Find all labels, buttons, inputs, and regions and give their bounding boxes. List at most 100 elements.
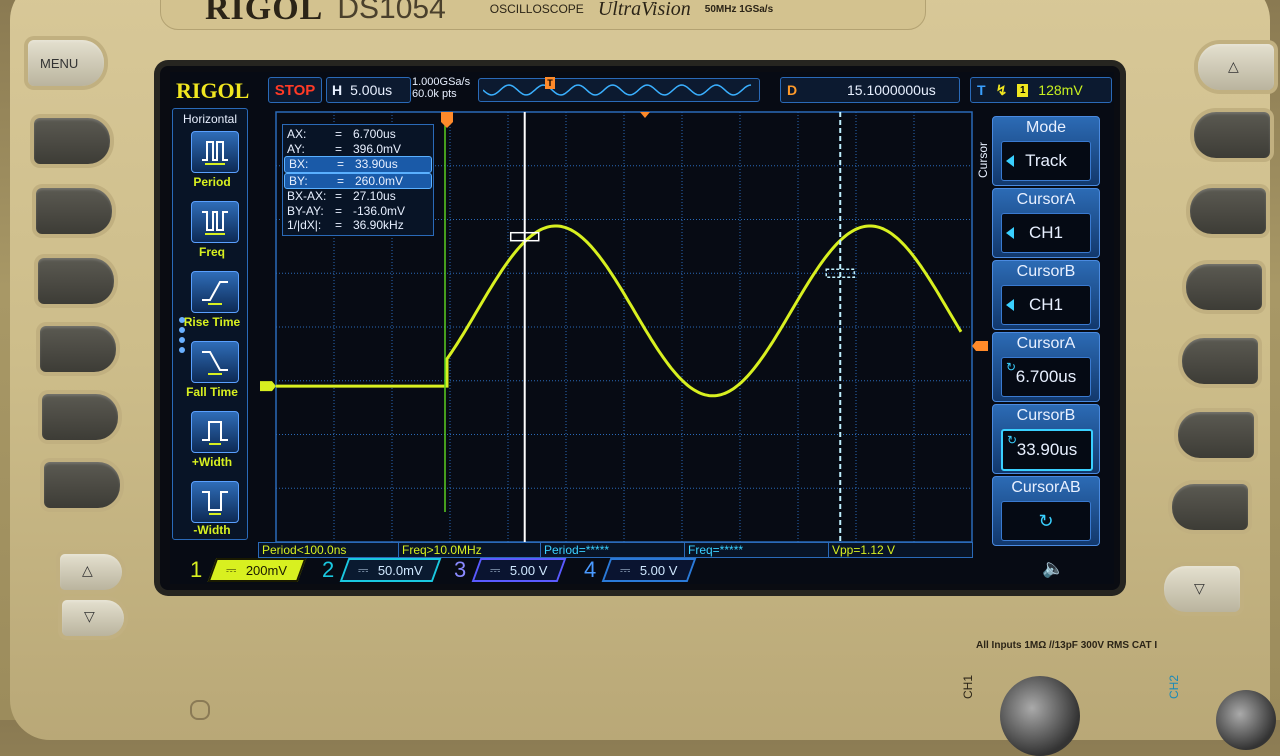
cursor-a-source-softkey[interactable]: CursorA CH1	[992, 188, 1100, 258]
cursor-ab-softkey[interactable]: CursorAB ↻	[992, 476, 1100, 546]
multipurpose-knob-icon: ↻	[1007, 433, 1018, 447]
cursor-menu: Cursor Mode Track CursorA CH1 CursorB CH…	[976, 116, 1106, 546]
series-label: UltraVision	[597, 0, 691, 20]
softkey-right-2[interactable]	[1190, 188, 1266, 234]
cursor-mode-softkey[interactable]: Mode Track	[992, 116, 1100, 186]
delay-value: 15.1000000us	[847, 82, 936, 98]
measure-frequency-button[interactable]	[191, 201, 239, 243]
channel-scale: 5.00 V	[640, 562, 678, 578]
cursor-row-by: BY: = 260.0mV	[284, 172, 432, 189]
channel-1-indicator[interactable]: 1 ⎓ 200mV	[190, 557, 306, 582]
up-arrow-icon: △	[1228, 58, 1239, 74]
down-arrow-icon: ▽	[84, 608, 95, 624]
cursor-value: 396.0mV	[353, 141, 402, 156]
rising-edge-icon: ↯	[995, 81, 1008, 98]
sample-rate: 1.000GSa/s	[412, 76, 471, 88]
softkey-title: CursorAB	[1011, 479, 1081, 496]
select-arrow-icon	[1006, 155, 1014, 167]
measure-fall-time-button[interactable]	[191, 341, 239, 383]
ch2-bnc-connector[interactable]	[1216, 690, 1276, 750]
cursor-b-position-softkey[interactable]: CursorB ↻ 33.90us	[992, 404, 1100, 474]
run-state-badge: STOP	[268, 77, 322, 103]
channel-4-indicator[interactable]: 4 ⎓ 5.00 V	[584, 557, 697, 582]
memory-overview-bar: T	[478, 77, 760, 102]
trigger-source-badge: 1	[1017, 83, 1029, 97]
softkey-left-4[interactable]	[40, 326, 116, 372]
cursor-a-position-value[interactable]: ↻ 6.700us	[1001, 357, 1091, 397]
display-screen: RIGOL STOP H 5.00us 1.000GSa/s 60.0k pts…	[170, 72, 1114, 584]
cursor-b-source-select[interactable]: CH1	[1001, 285, 1091, 325]
cursor-readout-panel: AX: = 6.700us AY: = 396.0mV BX: = 33.90us BY: =…	[282, 124, 434, 236]
speaker-icon[interactable]: 🔈	[1042, 558, 1064, 579]
measure-period-button[interactable]	[191, 131, 239, 173]
timebase-value: 5.00us	[350, 82, 393, 98]
cursor-value: -136.0mV	[353, 203, 406, 218]
measure-negative-width-button[interactable]	[191, 481, 239, 523]
power-icon[interactable]	[190, 700, 210, 720]
measure-positive-width-button[interactable]	[191, 411, 239, 453]
softkey-right-6[interactable]	[1172, 484, 1248, 530]
measurement-period: Period<100.0ns	[258, 542, 399, 558]
input-spec-label: All Inputs 1MΩ //13pF 300V RMS CAT I	[976, 640, 1158, 651]
channel-3-indicator[interactable]: 3 ⎓ 5.00 V	[454, 557, 567, 582]
cursor-a-position-softkey[interactable]: CursorA ↻ 6.700us	[992, 332, 1100, 402]
softkey-right-3[interactable]	[1186, 264, 1262, 310]
menu-down-button[interactable]: ▽	[1164, 566, 1240, 612]
softkey-title: CursorB	[1016, 263, 1076, 280]
measure-rise-time-button[interactable]	[191, 271, 239, 313]
cursor-value: 33.90us	[355, 157, 398, 172]
ch2-connector-label: CH2	[1167, 674, 1182, 700]
cursor-row-ay: AY: = 396.0mV	[287, 141, 402, 156]
negative-width-icon	[202, 491, 228, 515]
cursor-ab-value[interactable]: ↻	[1001, 501, 1091, 541]
page-up-button[interactable]: △	[60, 554, 122, 590]
softkey-left-5[interactable]	[42, 394, 118, 440]
brand-logo: RIGOL	[205, 0, 324, 27]
softkey-right-4[interactable]	[1182, 338, 1258, 384]
softkey-right-5[interactable]	[1178, 412, 1254, 458]
trigger-time-marker	[441, 112, 453, 128]
channel-2-indicator[interactable]: 2 ⎓ 50.0mV	[322, 557, 442, 582]
memory-overview-wave	[483, 84, 752, 96]
cursor-value: 36.90kHz	[353, 218, 404, 233]
trigger-level: 128mV	[1038, 82, 1083, 98]
page-down-button[interactable]: ▽	[62, 600, 124, 636]
model-name: DS1054	[337, 0, 446, 25]
brand-strip: RIGOL DS1054 OSCILLOSCOPE UltraVision 50…	[160, 0, 926, 30]
menu-title: Horizontal	[182, 112, 238, 126]
softkey-left-2[interactable]	[36, 188, 112, 234]
channel-scale: 5.00 V	[510, 562, 548, 578]
cursor-mode-select[interactable]: Track	[1001, 141, 1091, 181]
multipurpose-knob-icon: ↻	[1038, 510, 1054, 531]
page-indicator-dots	[179, 317, 185, 357]
up-arrow-icon: △	[82, 562, 93, 578]
softkey-left-3[interactable]	[38, 258, 114, 304]
ch1-bnc-connector[interactable]	[1000, 676, 1080, 756]
ch1-connector-label: CH1	[961, 674, 976, 700]
delay-box: D 15.1000000us	[780, 77, 960, 103]
softkey-left-1[interactable]	[34, 118, 110, 164]
menu-off-up-button[interactable]: △	[1198, 44, 1274, 90]
trigger-position-marker: T	[545, 77, 555, 89]
multipurpose-knob-icon: ↻	[1006, 360, 1017, 374]
center-delay-marker	[640, 112, 650, 118]
delay-label: D	[787, 82, 798, 98]
select-arrow-icon	[1006, 299, 1014, 311]
cursor-a-source-select[interactable]: CH1	[1001, 213, 1091, 253]
softkey-left-6[interactable]	[44, 462, 120, 508]
measurement-period-2: Period=*****	[540, 542, 685, 558]
acquisition-info: 1.000GSa/s 60.0k pts	[412, 76, 470, 100]
trigger-label: T	[977, 82, 986, 98]
cursor-b-position-value[interactable]: ↻ 33.90us	[1001, 429, 1093, 471]
screen-logo: RIGOL	[176, 78, 250, 103]
softkey-title: CursorB	[1016, 407, 1076, 424]
fall-time-icon	[202, 351, 228, 375]
cursor-row-inv-dx: 1/|dX|: = 36.90kHz	[287, 218, 404, 233]
menu-hw-button[interactable]: MENU	[28, 40, 104, 86]
channel-scale: 50.0mV	[378, 562, 424, 578]
cursor-row-dx: BX-AX: = 27.10us	[287, 189, 396, 204]
softkey-right-1[interactable]	[1194, 112, 1270, 158]
rise-time-icon	[202, 281, 228, 305]
select-arrow-icon	[1006, 227, 1014, 239]
cursor-b-source-softkey[interactable]: CursorB CH1	[992, 260, 1100, 330]
